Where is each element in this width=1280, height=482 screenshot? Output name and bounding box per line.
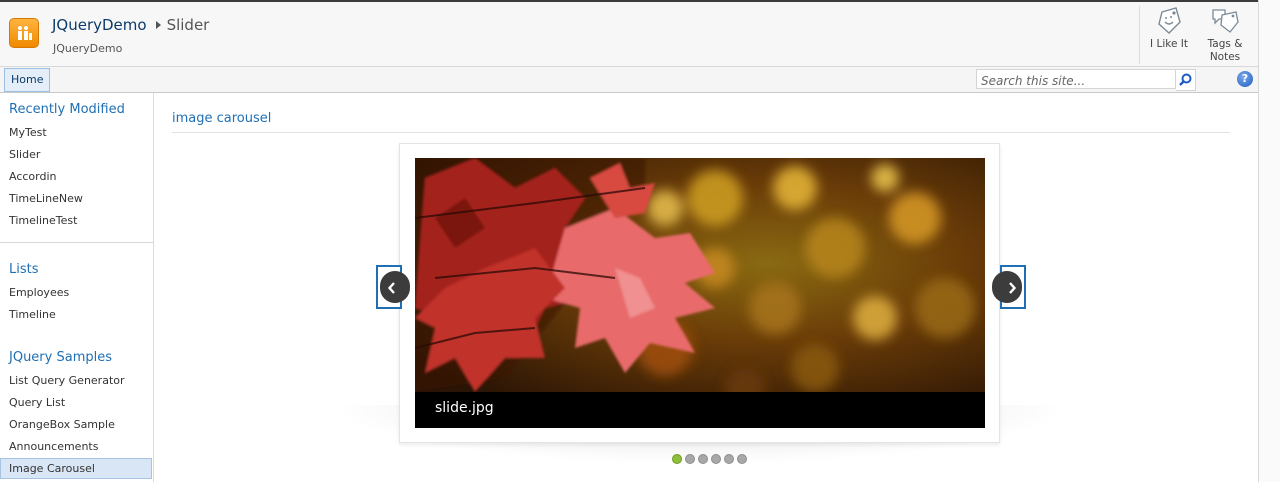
carousel-dot-1[interactable] [672, 454, 682, 464]
ql-heading-jquery-samples[interactable]: JQuery Samples [9, 350, 112, 365]
ql-item-query-list[interactable]: Query List [9, 396, 65, 409]
ql-item-image-carousel[interactable]: Image Carousel [9, 462, 95, 475]
search-box [976, 69, 1176, 90]
breadcrumb-site-link[interactable]: JQueryDemo [52, 16, 147, 34]
ql-divider [0, 242, 153, 243]
webpart-title-rule [172, 132, 1230, 133]
chevron-left-icon [388, 282, 395, 294]
carousel-prev-button[interactable] [376, 265, 410, 309]
carousel-dot-2[interactable] [685, 454, 695, 464]
like-it-label: I Like It [1150, 38, 1188, 50]
ql-item-employees[interactable]: Employees [9, 286, 69, 299]
site-header: JQueryDemo Slider JQueryDemo I Like It Ta… [0, 2, 1258, 67]
carousel-dot-5[interactable] [724, 454, 734, 464]
ql-heading-lists[interactable]: Lists [9, 262, 39, 277]
breadcrumb-current: Slider [166, 16, 210, 34]
ql-item-mytest[interactable]: MyTest [9, 126, 47, 139]
slide-caption: slide.jpg [435, 400, 494, 416]
carousel-dot-3[interactable] [698, 454, 708, 464]
quick-launch: Recently Modified MyTest Slider Accordin… [0, 93, 154, 482]
carousel-dot-4[interactable] [711, 454, 721, 464]
breadcrumb: JQueryDemo Slider [52, 16, 209, 34]
search-icon [1179, 73, 1192, 86]
site-subtitle-link[interactable]: JQueryDemo [53, 42, 122, 55]
slide-caption-bar: slide.jpg [415, 392, 985, 428]
tags-notes-icon [1212, 9, 1239, 33]
chevron-right-icon [1009, 282, 1016, 294]
ql-heading-recently-modified[interactable]: Recently Modified [9, 102, 125, 117]
tags-notes-button[interactable]: Tags & Notes [1200, 2, 1250, 66]
window-right-edge [1258, 0, 1280, 482]
slide-image[interactable] [415, 158, 985, 392]
tags-notes-label: Tags & Notes [1207, 38, 1243, 63]
ql-item-timeline[interactable]: Timeline [9, 308, 56, 321]
next-knob [992, 271, 1022, 303]
search-input[interactable] [977, 72, 1175, 90]
site-logo-icon[interactable] [9, 18, 39, 48]
help-icon[interactable]: ? [1237, 71, 1253, 87]
like-tag-icon [1158, 7, 1181, 34]
ql-item-accordin[interactable]: Accordin [9, 170, 57, 183]
ql-item-timelinenew[interactable]: TimeLineNew [9, 192, 83, 205]
ql-item-slider[interactable]: Slider [9, 148, 40, 161]
search-button[interactable] [1176, 69, 1196, 91]
webpart-title[interactable]: image carousel [172, 111, 271, 126]
ql-item-orangebox-sample[interactable]: OrangeBox Sample [9, 418, 115, 431]
social-divider [1139, 6, 1140, 64]
tab-home[interactable]: Home [4, 68, 51, 92]
ql-item-announcements[interactable]: Announcements [9, 440, 98, 453]
like-it-button[interactable]: I Like It [1146, 2, 1192, 66]
top-nav-bar: Home ? [0, 67, 1258, 93]
carousel-dot-6[interactable] [737, 454, 747, 464]
ql-item-list-query-generator[interactable]: List Query Generator [9, 374, 125, 387]
breadcrumb-arrow-icon [155, 21, 161, 29]
ql-item-timelinetest[interactable]: TimelineTest [9, 214, 77, 227]
carousel-next-button[interactable] [992, 265, 1026, 309]
